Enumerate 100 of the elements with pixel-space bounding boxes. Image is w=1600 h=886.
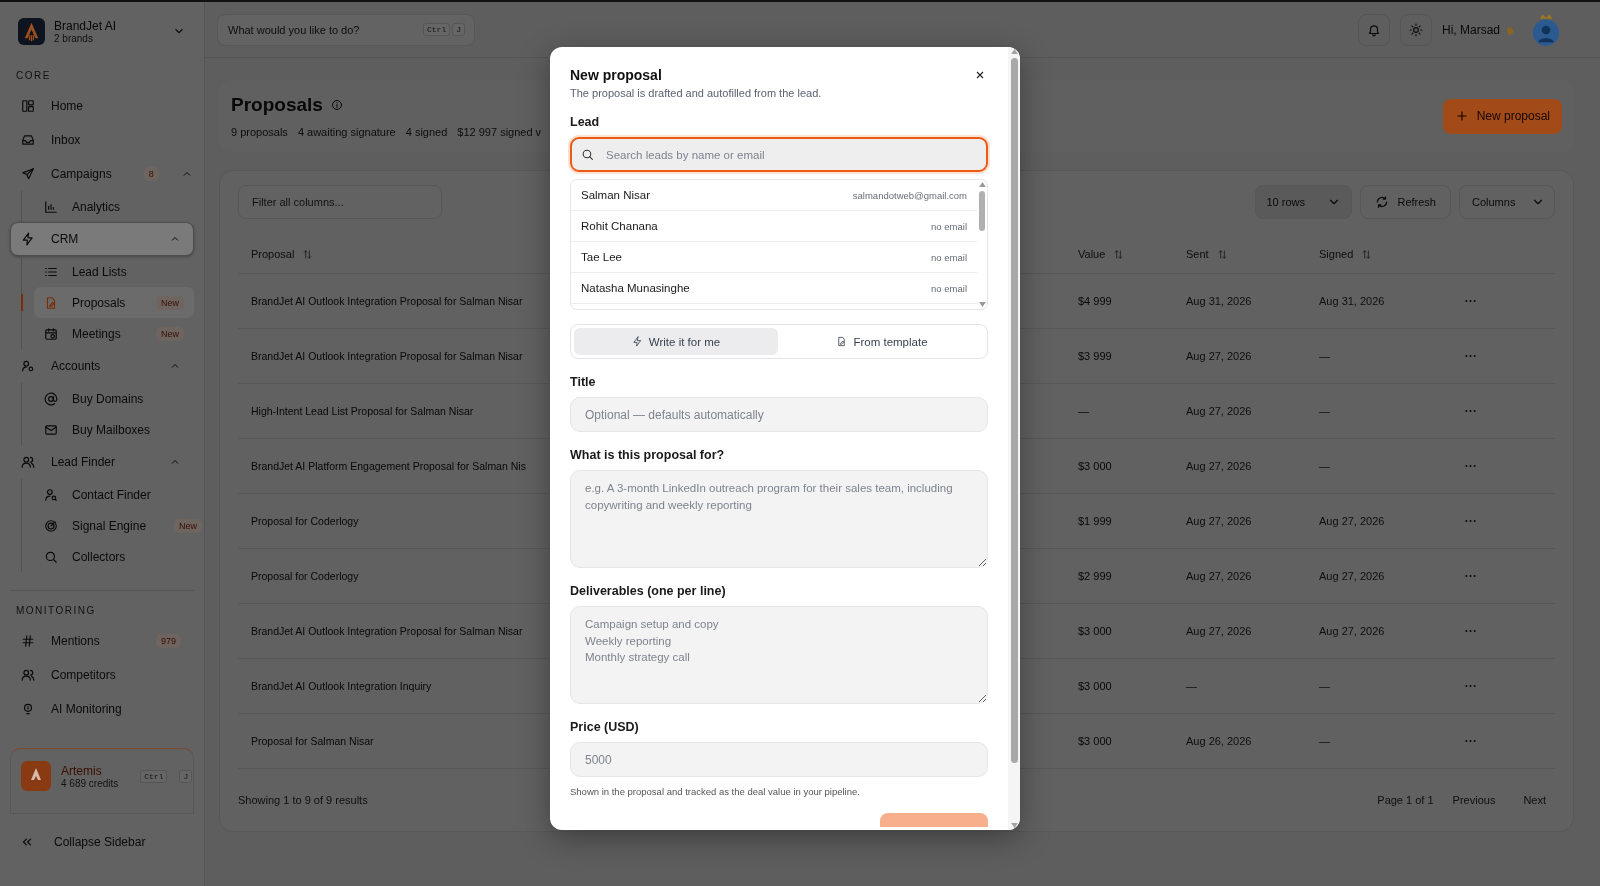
text-area[interactable]: e.g. A 3-month LinkedIn outreach program for their sales team, including copywriting and weekly reporting [570, 470, 988, 568]
scrollbar[interactable] [1008, 47, 1020, 830]
radar-icon [44, 518, 58, 533]
column-header[interactable]: Value [1078, 248, 1125, 260]
sub-nav-item[interactable]: Lead Lists [34, 256, 194, 287]
sub-nav-item[interactable]: Signal Engine New [34, 510, 213, 541]
document-pen-icon [836, 336, 848, 347]
text-area[interactable]: Campaign setup and copy Weekly reporting Monthly strategy call [570, 606, 988, 704]
more-options-icon[interactable] [1465, 299, 1476, 303]
sub-nav-item[interactable]: Contact Finder [34, 479, 194, 510]
column-header[interactable]: Sent [1186, 248, 1228, 260]
lead-option[interactable]: Natasha Munasinghe no email [571, 273, 977, 304]
bar-chart-icon [44, 199, 58, 214]
sort-icon [1113, 248, 1125, 260]
greeting-text: Hi, Marsad [1442, 22, 1500, 37]
lead-option[interactable]: Rohit Chanana no email [571, 211, 977, 242]
nav-item[interactable]: Competitors [10, 658, 194, 692]
lead-option[interactable]: Tae Lee no email [571, 242, 977, 273]
mode-tab[interactable]: Write it for me [574, 328, 778, 355]
sub-nav-item[interactable]: Proposals New [34, 287, 194, 318]
table-cell: Proposal for Coderlogy [251, 570, 359, 582]
text-field[interactable]: Optional — defaults automatically [570, 397, 988, 432]
page-title: Proposals [231, 94, 323, 116]
search-icon [581, 148, 594, 161]
bell-icon [1367, 22, 1381, 37]
new-badge: New [156, 326, 184, 341]
table-cell: Aug 27, 2026 [1186, 625, 1252, 637]
lead-search-field[interactable]: Search leads by name or email [570, 137, 988, 172]
column-header[interactable]: Proposal [251, 248, 314, 260]
field-label: Deliverables (one per line) [570, 584, 727, 598]
avatar[interactable] [1532, 12, 1560, 47]
table-cell: Proposal for Coderlogy [251, 515, 359, 527]
logo-icon [18, 17, 45, 45]
assistant-name: Artemis [61, 763, 103, 778]
sub-nav-item[interactable]: Buy Mailboxes [34, 414, 194, 445]
nav-item[interactable]: CRM [10, 222, 194, 256]
close-icon[interactable] [974, 69, 986, 81]
people-icon [21, 668, 35, 682]
calendar-icon [44, 326, 58, 341]
rows-select[interactable]: 10 rows [1255, 185, 1353, 219]
nav-item[interactable]: Inbox [10, 123, 194, 157]
notifications-button[interactable] [1358, 13, 1390, 46]
nav-item[interactable]: AI Monitoring [10, 692, 194, 726]
table-cell: $1 999 [1078, 515, 1112, 527]
stat-text: 4 awaiting signature [297, 126, 396, 138]
field-label: Price (USD) [570, 720, 640, 734]
arrow-up-icon[interactable] [978, 182, 986, 187]
table-cell: $2 999 [1078, 570, 1112, 582]
more-options-icon[interactable] [1465, 739, 1476, 743]
column-header[interactable]: Signed [1319, 248, 1373, 260]
new-badge: New [174, 518, 203, 533]
table-cell: Aug 27, 2026 [1319, 625, 1385, 637]
arrow-down-icon[interactable] [1010, 823, 1018, 828]
scrollbar[interactable] [977, 180, 987, 309]
arrow-up-icon[interactable] [1010, 49, 1018, 54]
more-options-icon[interactable] [1465, 574, 1476, 578]
sub-nav-item[interactable]: Analytics [34, 191, 194, 222]
table-cell: BrandJet AI Outlook Integration Proposal for Salman Nisar [251, 625, 523, 637]
field-label: Lead [570, 115, 601, 129]
field-label: Title [570, 375, 597, 389]
table-cell: Aug 26, 2026 [1186, 735, 1252, 747]
layout-icon [21, 99, 35, 113]
more-options-icon[interactable] [1465, 409, 1476, 413]
table-cell: $3 000 [1078, 460, 1112, 472]
previous-button[interactable]: Previous [1443, 785, 1505, 815]
next-button[interactable]: Next [1514, 785, 1555, 815]
assistant-card[interactable]: Artemis 4 689 credits Ctrl J [10, 748, 194, 814]
columns-button[interactable]: Columns [1459, 185, 1555, 219]
envelope-icon [44, 422, 58, 437]
filter-field[interactable]: Filter all columns... [238, 185, 442, 219]
nav-item[interactable]: Home [10, 89, 194, 123]
theme-toggle-button[interactable] [1400, 13, 1432, 46]
more-options-icon[interactable] [1465, 354, 1476, 358]
paper-plane-icon [21, 167, 35, 181]
sub-nav-item[interactable]: Collectors [34, 541, 194, 572]
more-options-icon[interactable] [1465, 519, 1476, 523]
more-options-icon[interactable] [1465, 684, 1476, 688]
sub-nav-item[interactable]: Buy Domains [34, 383, 194, 414]
lead-option[interactable]: Salman Nisar salmandotweb@gmail.com [571, 180, 977, 211]
nav-item[interactable]: Accounts [10, 349, 194, 383]
table-cell: High-Intent Lead List Proposal for Salman Nisar [251, 405, 474, 417]
new-proposal-button[interactable]: New proposal [1442, 98, 1562, 134]
nav-item[interactable]: Mentions 979 [10, 624, 194, 658]
hint-text: Shown in the proposal and tracked as the deal value in your pipeline. [570, 786, 861, 797]
nav-item[interactable]: Campaigns 8 [10, 157, 194, 191]
sub-nav-item[interactable]: Meetings New [34, 318, 194, 349]
more-options-icon[interactable] [1465, 464, 1476, 468]
more-options-icon[interactable] [1465, 629, 1476, 633]
info-icon[interactable] [330, 99, 343, 111]
collapse-sidebar-button[interactable]: Collapse Sidebar [10, 828, 194, 856]
at-sign-icon [44, 391, 58, 406]
table-cell: Aug 27, 2026 [1186, 570, 1252, 582]
sort-icon [1361, 248, 1373, 260]
text-field[interactable]: 5000 [570, 742, 988, 777]
nav-item[interactable]: Lead Finder [10, 445, 194, 479]
table-cell: $4 999 [1078, 295, 1112, 307]
page-indicator: Page 1 of 1 [1377, 794, 1434, 806]
mode-tab[interactable]: From template [780, 328, 984, 355]
refresh-icon [1375, 195, 1390, 209]
refresh-button[interactable]: Refresh [1360, 185, 1451, 219]
